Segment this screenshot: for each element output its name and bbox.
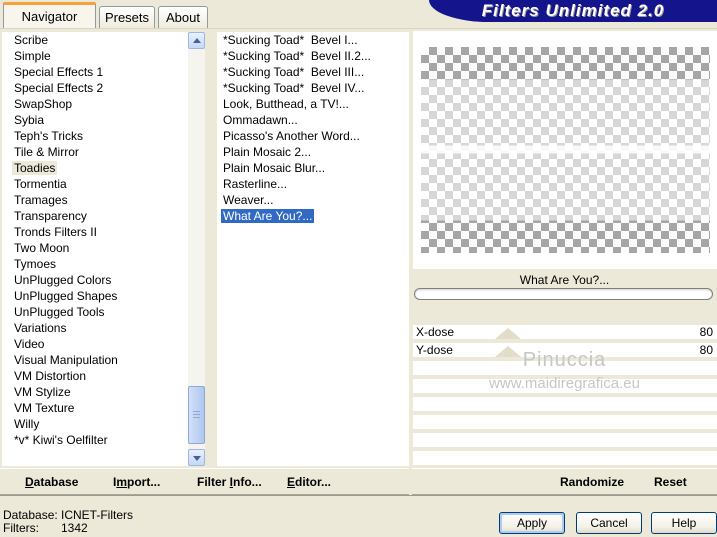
reset-button[interactable]: Reset bbox=[654, 475, 687, 489]
scroll-down-button[interactable] bbox=[188, 449, 205, 466]
list-item[interactable]: *Sucking Toad* Bevel IV... bbox=[217, 80, 409, 96]
list-item[interactable]: Simple bbox=[2, 48, 205, 64]
tab[interactable]: About bbox=[158, 6, 208, 28]
list-item[interactable]: Look, Butthead, a TV!... bbox=[217, 96, 409, 112]
filters-unlimited-window: Navigator Presets About Filters Unlimited … bbox=[0, 0, 717, 537]
list-item[interactable]: Scribe bbox=[2, 32, 205, 48]
apply-button[interactable]: Apply bbox=[499, 512, 565, 534]
scrollbar-thumb[interactable] bbox=[188, 386, 205, 444]
empty-slider-row bbox=[413, 433, 717, 447]
list-item[interactable]: SwapShop bbox=[2, 96, 205, 112]
list-item[interactable]: Picasso's Another Word... bbox=[217, 128, 409, 144]
status-database-value: ICNET-Filters bbox=[61, 508, 133, 522]
scroll-up-icon bbox=[193, 38, 201, 43]
slider-label: X-dose bbox=[416, 325, 455, 339]
help-button[interactable]: Help bbox=[651, 512, 717, 534]
list-item[interactable]: Special Effects 2 bbox=[2, 80, 205, 96]
list-item[interactable]: Sybia bbox=[2, 112, 205, 128]
plugin-panel: Scribe Simple Special Effects 1 Special Eff… bbox=[0, 28, 717, 495]
list-item[interactable]: Two Moon bbox=[2, 240, 205, 256]
slider-thumb[interactable] bbox=[495, 346, 522, 357]
toolbar-left: Database Import... Filter Info... Editor… bbox=[0, 468, 409, 495]
list-item[interactable]: Video bbox=[2, 336, 205, 352]
tab[interactable]: Presets bbox=[99, 6, 155, 28]
selected-filter-name: What Are You?... bbox=[519, 273, 610, 287]
cancel-button[interactable]: Cancel bbox=[576, 512, 642, 534]
list-item[interactable]: Special Effects 1 bbox=[2, 64, 205, 80]
preview-area[interactable] bbox=[413, 31, 717, 269]
scroll-down-icon bbox=[193, 456, 201, 461]
app-title-banner: Filters Unlimited 2.0 bbox=[429, 0, 717, 22]
editor-button[interactable]: Editor... bbox=[287, 475, 331, 489]
list-item[interactable]: *Sucking Toad* Bevel II.2... bbox=[217, 48, 409, 64]
list-item[interactable]: Plain Mosaic 2... bbox=[217, 144, 409, 160]
list-item[interactable]: Willy bbox=[2, 416, 205, 432]
host-dialog-footer: Database: ICNET-Filters Filters: 1342 Appl… bbox=[0, 495, 717, 537]
list-item[interactable]: VM Texture bbox=[2, 400, 205, 416]
toolbar-right: Randomize Reset bbox=[412, 468, 717, 495]
scroll-up-button[interactable] bbox=[188, 32, 205, 49]
list-item[interactable]: Tymoes bbox=[2, 256, 205, 272]
status-filters-value: 1342 bbox=[61, 521, 88, 535]
list-item[interactable]: What Are You?... bbox=[217, 208, 409, 224]
tab[interactable]: Navigator bbox=[3, 2, 96, 28]
list-item[interactable]: Teph's Tricks bbox=[2, 128, 205, 144]
list-item[interactable]: *v* Kiwi's Oelfilter bbox=[2, 432, 205, 448]
empty-slider-row bbox=[413, 451, 717, 465]
slider-value: 80 bbox=[699, 325, 713, 339]
list-item[interactable]: *Sucking Toad* Bevel I... bbox=[217, 32, 409, 48]
slider-value: 80 bbox=[699, 343, 713, 357]
status-filters-label: Filters: bbox=[3, 521, 39, 535]
slider-label: Y-dose bbox=[416, 343, 453, 357]
randomize-button[interactable]: Randomize bbox=[560, 475, 624, 489]
list-item[interactable]: Toadies bbox=[2, 160, 205, 176]
list-item[interactable]: Visual Manipulation bbox=[2, 352, 205, 368]
slider-row[interactable]: X-dose 80 bbox=[413, 325, 717, 339]
filter-list[interactable]: *Sucking Toad* Bevel I... *Sucking Toad* … bbox=[217, 32, 409, 466]
progress-bar bbox=[414, 288, 713, 300]
list-item[interactable]: UnPlugged Colors bbox=[2, 272, 205, 288]
category-scrollbar[interactable] bbox=[188, 32, 205, 466]
list-item[interactable]: Rasterline... bbox=[217, 176, 409, 192]
empty-slider-row bbox=[413, 361, 717, 375]
empty-slider-row bbox=[413, 379, 717, 393]
list-item[interactable]: Weaver... bbox=[217, 192, 409, 208]
list-item[interactable]: Tormentia bbox=[2, 176, 205, 192]
list-item[interactable]: Tramages bbox=[2, 192, 205, 208]
list-item[interactable]: Plain Mosaic Blur... bbox=[217, 160, 409, 176]
filter-info-button[interactable]: Filter Info... bbox=[197, 475, 262, 489]
list-item[interactable]: Tronds Filters II bbox=[2, 224, 205, 240]
list-item[interactable]: Transparency bbox=[2, 208, 205, 224]
list-item[interactable]: VM Stylize bbox=[2, 384, 205, 400]
import-button[interactable]: Import... bbox=[113, 475, 160, 489]
slider-row[interactable]: Y-dose 80 bbox=[413, 343, 717, 357]
database-button[interactable]: Database bbox=[25, 475, 78, 489]
list-item[interactable]: *Sucking Toad* Bevel III... bbox=[217, 64, 409, 80]
list-item[interactable]: Tile & Mirror bbox=[2, 144, 205, 160]
list-item[interactable]: UnPlugged Shapes bbox=[2, 288, 205, 304]
category-list[interactable]: Scribe Simple Special Effects 1 Special Eff… bbox=[2, 32, 205, 466]
list-item[interactable]: VM Distortion bbox=[2, 368, 205, 384]
app-title: Filters Unlimited 2.0 bbox=[481, 1, 665, 20]
list-item[interactable]: Variations bbox=[2, 320, 205, 336]
list-item[interactable]: UnPlugged Tools bbox=[2, 304, 205, 320]
empty-slider-row bbox=[413, 397, 717, 411]
list-item[interactable]: Ommadawn... bbox=[217, 112, 409, 128]
slider-thumb[interactable] bbox=[495, 328, 522, 339]
status-block: Database: ICNET-Filters Filters: 1342 bbox=[3, 509, 133, 535]
transparency-checkerboard bbox=[421, 47, 710, 253]
filter-controls-panel: What Are You?... X-dose 80 Y-dose 80 Pin… bbox=[412, 29, 717, 496]
empty-slider-row bbox=[413, 415, 717, 429]
